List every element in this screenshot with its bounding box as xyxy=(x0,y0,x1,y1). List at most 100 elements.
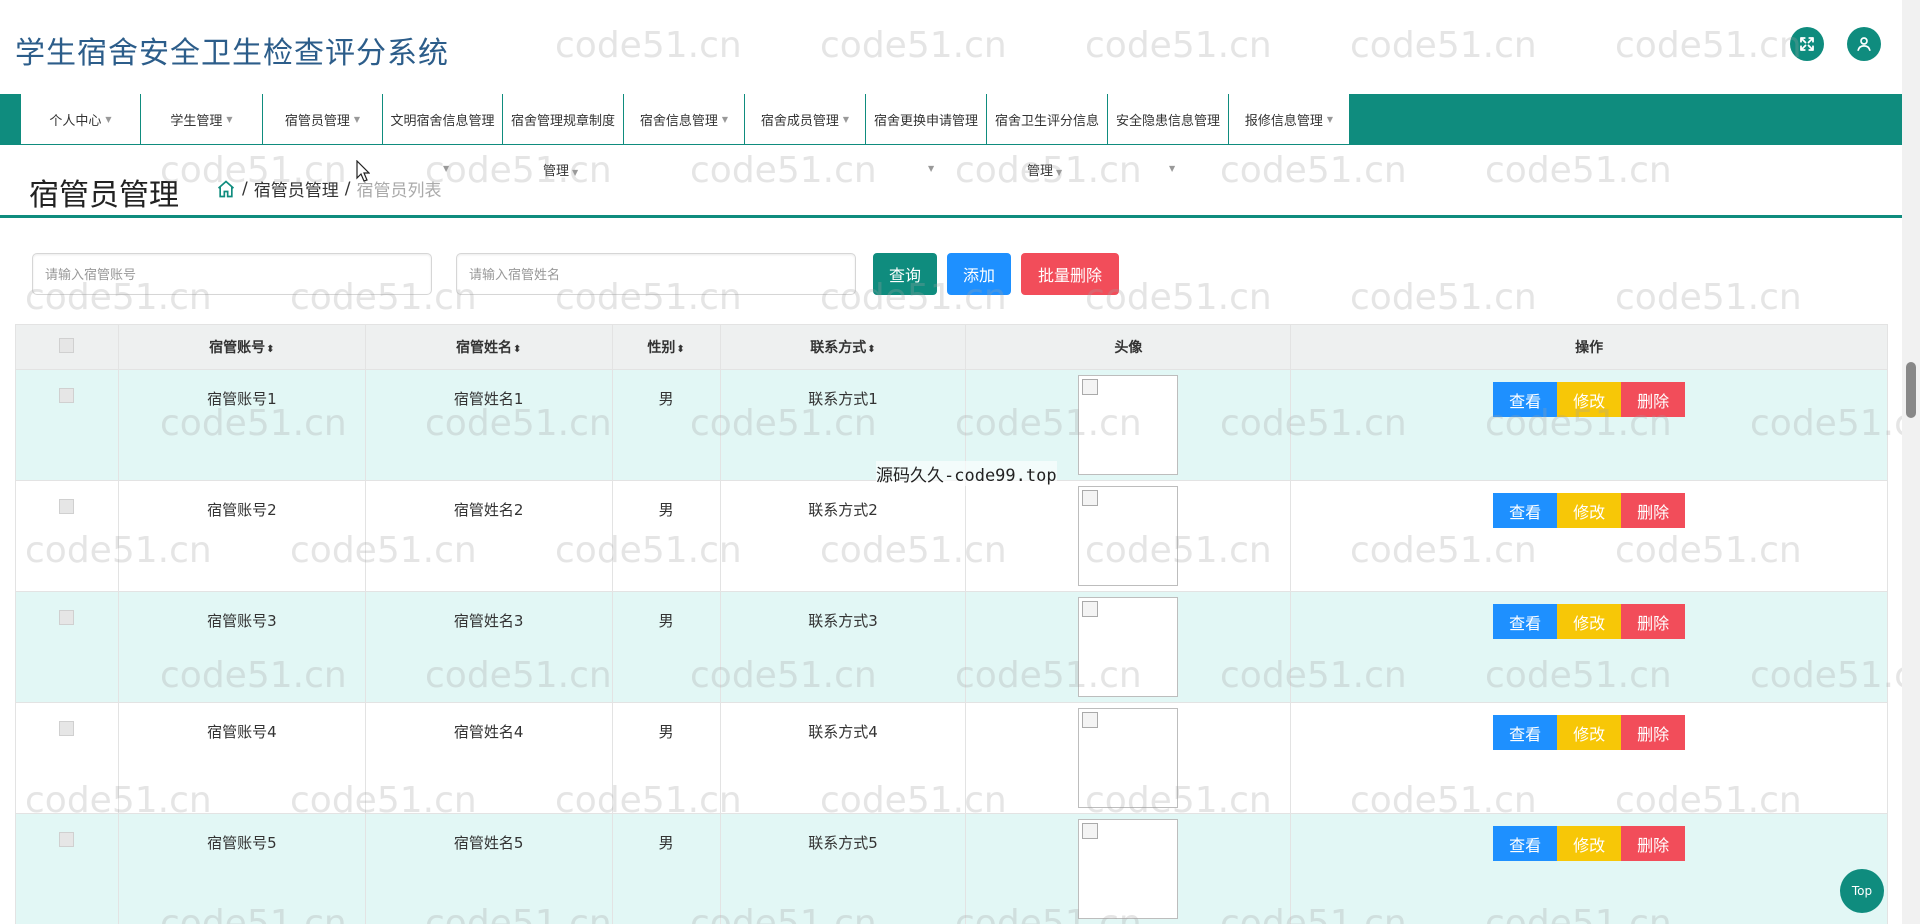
main-nav: 个人中心 ▼ 学生管理 ▼ 宿管员管理 ▼ 文明宿舍信息管理 宿舍管理规章制度 宿舍信… xyxy=(0,94,1902,145)
query-button[interactable]: 查询 xyxy=(873,253,937,295)
batch-delete-button[interactable]: 批量删除 xyxy=(1021,253,1119,295)
nav-item-safety-hazard[interactable]: 安全隐患信息管理 xyxy=(1107,94,1229,145)
page-scrollbar[interactable] xyxy=(1902,0,1920,924)
back-to-top-button[interactable]: Top xyxy=(1840,869,1884,913)
scrollbar-thumb[interactable] xyxy=(1906,362,1916,418)
cell-name: 宿管姓名3 xyxy=(364,591,613,703)
column-header-gender[interactable]: 性别⬍ xyxy=(611,324,721,370)
cell-name: 宿管姓名4 xyxy=(364,702,613,814)
nav-item-hygiene-score[interactable]: 宿舍卫生评分信息 xyxy=(986,94,1108,145)
nav-item-dorm-manager-management[interactable]: 宿管员管理 ▼ xyxy=(262,94,383,145)
dorm-manager-name-search-input[interactable] xyxy=(456,253,856,295)
cell-gender: 男 xyxy=(611,480,721,592)
select-all-checkbox[interactable] xyxy=(15,324,119,370)
fullscreen-icon[interactable] xyxy=(1790,27,1824,61)
nav-item-repair-info[interactable]: 报修信息管理 ▼ xyxy=(1228,94,1350,145)
watermark: code51.cn xyxy=(1350,277,1537,318)
watermark: code51.cn xyxy=(1485,150,1672,191)
edit-button[interactable]: 修改 xyxy=(1557,715,1622,750)
view-button[interactable]: 查看 xyxy=(1493,382,1558,417)
watermark: code51.cn xyxy=(1220,150,1407,191)
app-header: 学生宿舍安全卫生检查评分系统 xyxy=(0,0,1902,94)
edit-button[interactable]: 修改 xyxy=(1557,382,1622,417)
nav-item-personal-center[interactable]: 个人中心 ▼ xyxy=(20,94,141,145)
watermark: code51.cn xyxy=(1615,277,1802,318)
row-checkbox[interactable] xyxy=(15,480,119,592)
cell-name: 宿管姓名2 xyxy=(364,480,613,592)
user-icon[interactable] xyxy=(1847,27,1881,61)
cell-account: 宿管账号2 xyxy=(117,480,366,592)
page-root: 学生宿舍安全卫生检查评分系统 个人中心 ▼ 学生管理 ▼ 宿管员管理 ▼ 文明宿舍信息… xyxy=(0,0,1920,924)
table-header-row: 宿管账号⬍ 宿管姓名⬍ 性别⬍ 联系方式⬍ 头像 操作 xyxy=(15,324,1888,370)
cell-name: 宿管姓名5 xyxy=(364,813,613,924)
cell-gender: 男 xyxy=(611,591,721,703)
nav-overflow-caret: ▼ xyxy=(1169,164,1176,173)
column-header-actions: 操作 xyxy=(1290,324,1888,370)
cell-gender: 男 xyxy=(611,369,721,481)
cell-contact: 联系方式2 xyxy=(719,480,967,592)
edit-button[interactable]: 修改 xyxy=(1557,826,1622,861)
app-title: 学生宿舍安全卫生检查评分系统 xyxy=(15,36,449,71)
cell-contact: 联系方式4 xyxy=(719,702,967,814)
nav-item-dorm-info[interactable]: 宿舍信息管理 ▼ xyxy=(623,94,745,145)
nav-overflow-caret: ▼ xyxy=(443,164,450,173)
dorm-manager-account-search-input[interactable] xyxy=(32,253,432,295)
view-button[interactable]: 查看 xyxy=(1493,715,1558,750)
edit-button[interactable]: 修改 xyxy=(1557,604,1622,639)
row-checkbox[interactable] xyxy=(15,702,119,814)
delete-button[interactable]: 删除 xyxy=(1621,493,1686,528)
cell-account: 宿管账号4 xyxy=(117,702,366,814)
column-header-name[interactable]: 宿管姓名⬍ xyxy=(364,324,613,370)
column-header-avatar: 头像 xyxy=(965,324,1292,370)
cell-gender: 男 xyxy=(611,702,721,814)
view-button[interactable]: 查看 xyxy=(1493,826,1558,861)
column-header-contact[interactable]: 联系方式⬍ xyxy=(719,324,967,370)
delete-button[interactable]: 删除 xyxy=(1621,715,1686,750)
avatar-image xyxy=(1078,486,1179,586)
delete-button[interactable]: 删除 xyxy=(1621,604,1686,639)
edit-button[interactable]: 修改 xyxy=(1557,493,1622,528)
cell-account: 宿管账号3 xyxy=(117,591,366,703)
nav-item-dorm-rules[interactable]: 宿舍管理规章制度 xyxy=(502,94,624,145)
page-title: 宿管员管理 xyxy=(29,178,179,213)
cell-contact: 联系方式3 xyxy=(719,591,967,703)
cell-name: 宿管姓名1 xyxy=(364,369,613,481)
cell-contact: 联系方式5 xyxy=(719,813,967,924)
breadcrumb-item[interactable]: 宿管员管理 xyxy=(254,176,339,201)
nav-overflow-label[interactable]: 管理 ▼ xyxy=(543,160,578,179)
avatar-image xyxy=(1078,819,1179,919)
nav-item-dorm-change-request[interactable]: 宿舍更换申请管理 xyxy=(865,94,987,145)
cell-gender: 男 xyxy=(611,813,721,924)
home-icon[interactable] xyxy=(216,179,236,199)
table-row: 宿管账号2 宿管姓名2 男 联系方式2 查看 修改 删除 xyxy=(15,480,1888,592)
center-watermark: 源码久久-code99.top xyxy=(876,461,1057,486)
row-checkbox[interactable] xyxy=(15,591,119,703)
avatar-image xyxy=(1078,375,1179,475)
breadcrumb: / 宿管员管理 / 宿管员列表 xyxy=(216,176,441,201)
nav-overflow-label[interactable]: 管理 ▼ xyxy=(1027,160,1062,179)
nav-item-student-management[interactable]: 学生管理 ▼ xyxy=(140,94,263,145)
dorm-manager-table: 宿管账号⬍ 宿管姓名⬍ 性别⬍ 联系方式⬍ 头像 操作 宿管账号1 宿管姓名1 … xyxy=(15,324,1888,924)
view-button[interactable]: 查看 xyxy=(1493,493,1558,528)
avatar-image xyxy=(1078,708,1179,808)
watermark: code51.cn xyxy=(690,150,877,191)
avatar-image xyxy=(1078,597,1179,697)
delete-button[interactable]: 删除 xyxy=(1621,826,1686,861)
row-checkbox[interactable] xyxy=(15,813,119,924)
column-header-account[interactable]: 宿管账号⬍ xyxy=(117,324,366,370)
cell-account: 宿管账号1 xyxy=(117,369,366,481)
nav-item-dorm-members[interactable]: 宿舍成员管理 ▼ xyxy=(744,94,866,145)
mouse-cursor-icon xyxy=(356,160,370,182)
nav-overflow-caret: ▼ xyxy=(928,164,935,173)
delete-button[interactable]: 删除 xyxy=(1621,382,1686,417)
add-button[interactable]: 添加 xyxy=(947,253,1011,295)
nav-item-civilized-dorm[interactable]: 文明宿舍信息管理 xyxy=(382,94,503,145)
table-row: 宿管账号4 宿管姓名4 男 联系方式4 查看 修改 删除 xyxy=(15,702,1888,814)
table-row: 宿管账号5 宿管姓名5 男 联系方式5 查看 修改 删除 xyxy=(15,813,1888,924)
watermark: code51.cn xyxy=(425,150,612,191)
table-row: 宿管账号3 宿管姓名3 男 联系方式3 查看 修改 删除 xyxy=(15,591,1888,703)
view-button[interactable]: 查看 xyxy=(1493,604,1558,639)
row-checkbox[interactable] xyxy=(15,369,119,481)
cell-account: 宿管账号5 xyxy=(117,813,366,924)
title-divider xyxy=(0,215,1902,218)
